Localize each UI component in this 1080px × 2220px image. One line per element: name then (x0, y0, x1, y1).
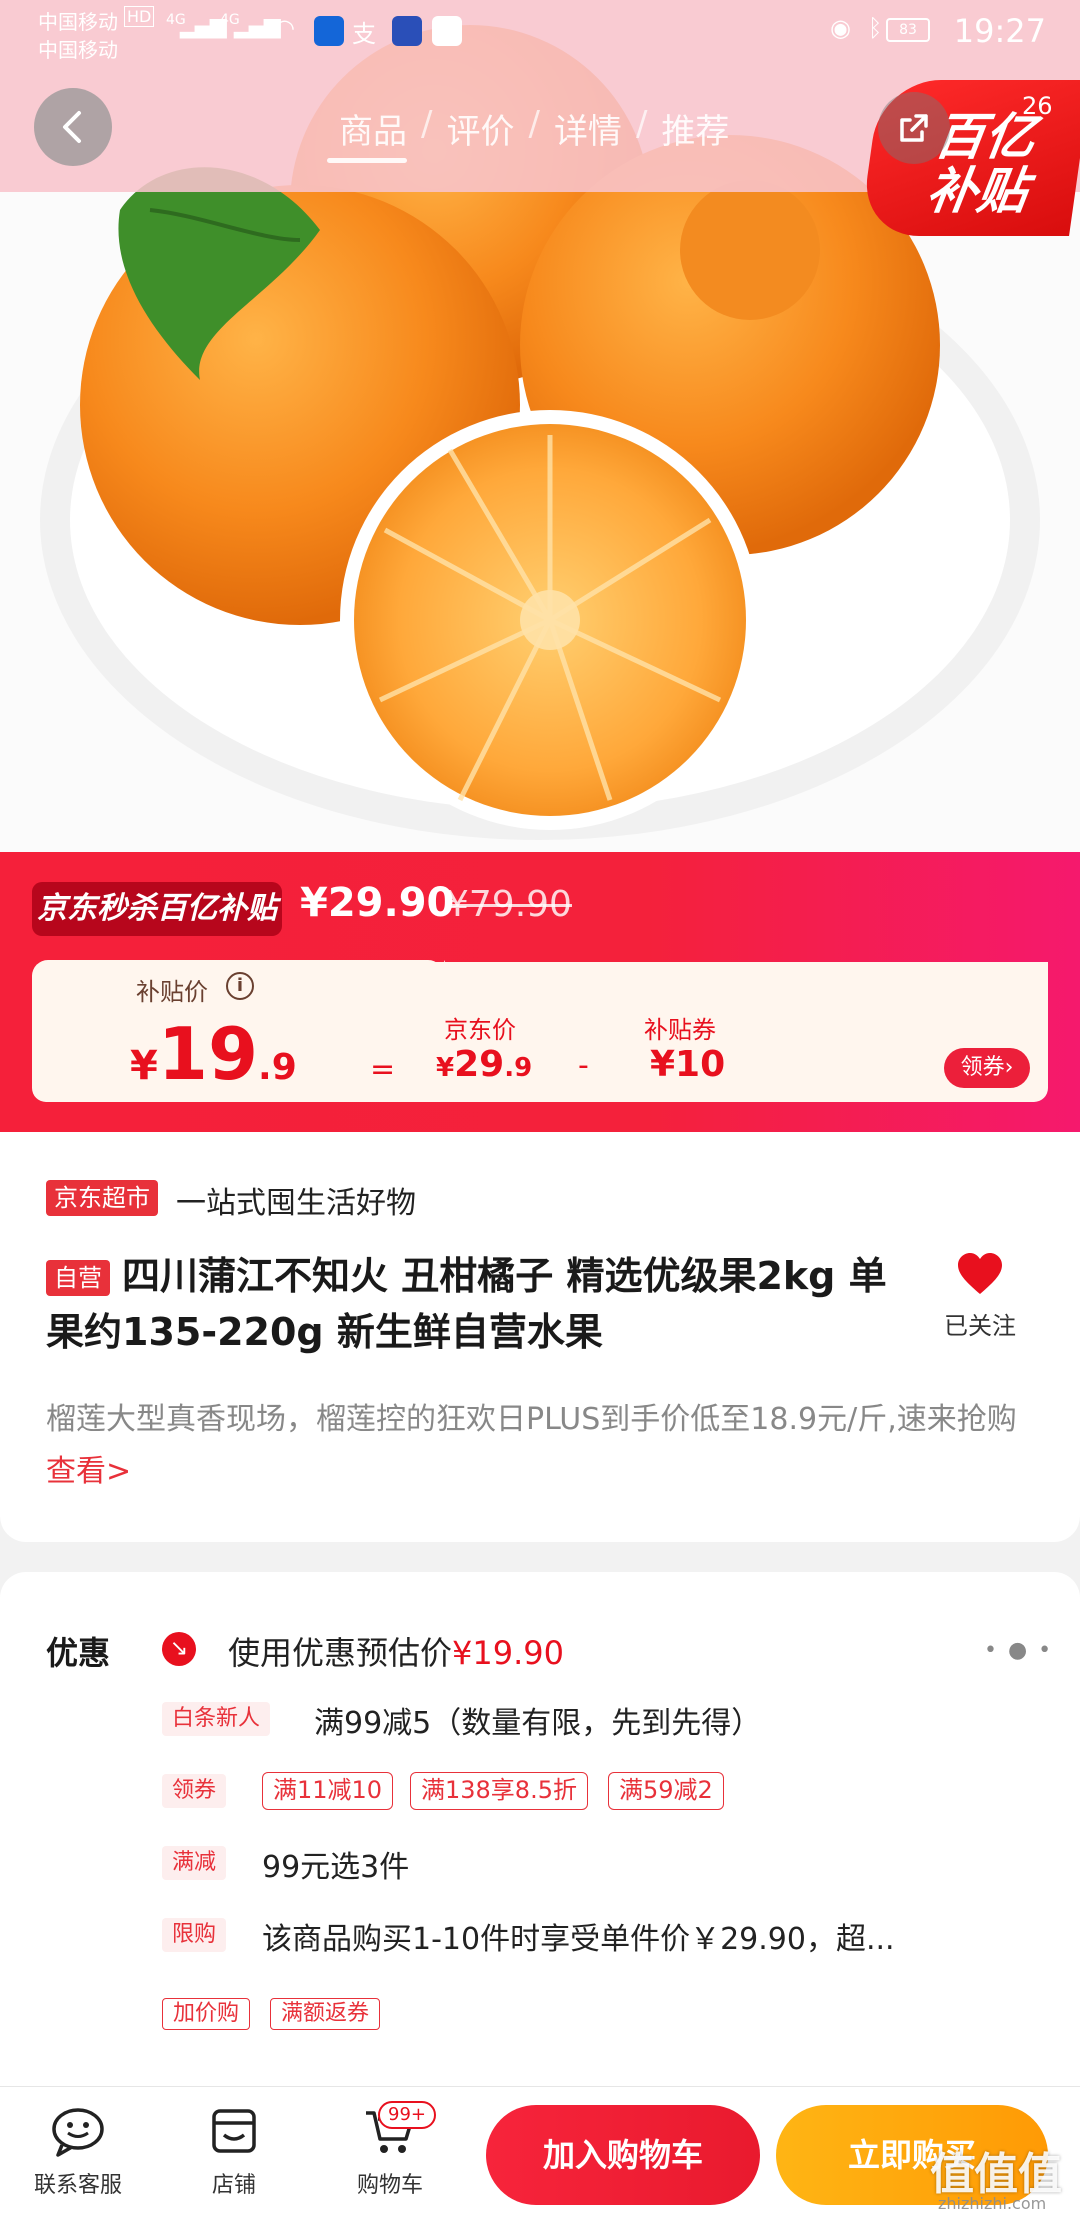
share-button[interactable] (878, 92, 950, 164)
cart-label: 购物车 (356, 2173, 423, 2198)
claim-coupon-button[interactable]: 领券› (944, 1048, 1030, 1088)
store-tag[interactable]: 京东超市 (46, 1180, 158, 1216)
coupon-label: 补贴券 (644, 1016, 716, 1044)
clock: 19:27 (953, 12, 1046, 50)
discount-tag-baitiao: 白条新人 (162, 1702, 271, 1736)
cart-count-badge: 99+ (378, 2101, 436, 2129)
subsidy-price: ¥19.9 (130, 1012, 297, 1096)
more-icon[interactable]: • ● • (984, 1638, 1053, 1663)
store-slogan[interactable]: 一站式囤生活好物 (176, 1178, 416, 1222)
store-button[interactable]: 店铺 (174, 2105, 294, 2199)
promo-text: 榴莲大型真香现场，榴莲控的狂欢日PLUS到手价低至18.9元/斤,速来抢购 查看… (46, 1402, 1017, 1489)
coupon-chip[interactable]: 满11减10 (262, 1772, 394, 1810)
coupon-chip[interactable]: 满59减2 (608, 1772, 724, 1810)
tab-product[interactable]: 商品 (325, 104, 421, 153)
bluetooth-icon: ᛒ (868, 14, 883, 42)
rebate-tag[interactable]: 满额返券 (270, 1998, 381, 2030)
chevron-left-icon (63, 111, 81, 143)
discount-tag-fullreduce: 满减 (162, 1846, 227, 1880)
jd-price-label: 京东价 (444, 1016, 516, 1044)
product-title: 四川蒲江不知火 丑柑橘子 精选优级果2kg 单果约135-220g 新生鲜自营水… (46, 1254, 887, 1354)
minus-sign: - (578, 1048, 589, 1083)
tab-details[interactable]: 详情 (540, 104, 636, 153)
jd-price-value: ¥29.9 (436, 1044, 533, 1085)
arrow-down-icon: ↘ (162, 1632, 196, 1666)
tab-reviews[interactable]: 评价 (432, 104, 528, 153)
battery-icon: 83 (886, 18, 930, 42)
carrier-primary: 中国移动 (38, 10, 118, 34)
wifi-icon: ◠ (274, 14, 295, 42)
discount-title: 优惠 (46, 1634, 111, 1672)
product-info-card: 京东超市 一站式囤生活好物 自营 四川蒲江不知火 丑柑橘子 精选优级果2kg 单… (0, 1132, 1080, 1542)
status-bar: 中国移动 HD 中国移动 4G ▂▄▆ 4G ▂▄▆ ◠ 支 ◉ ᛒ 83 19… (0, 0, 1080, 64)
store-label: 店铺 (211, 2173, 256, 2198)
active-tab-indicator (327, 158, 407, 163)
app-icon-blue (392, 16, 422, 46)
subsidy-price-label: 补贴价 (136, 978, 208, 1006)
app-icon-alipay: 支 (352, 20, 376, 48)
add-to-cart-button[interactable]: 加入购物车 (486, 2105, 760, 2205)
coupon-chip[interactable]: 满138享8.5折 (410, 1772, 588, 1810)
share-icon (900, 114, 928, 142)
follow-button[interactable]: 已关注 (940, 1252, 1020, 1341)
bottom-action-bar: 联系客服 店铺 购物车 99+ 加入购物车 立即购买 (0, 2086, 1080, 2220)
watermark-logo: 值值值 (930, 2149, 1062, 2200)
info-icon[interactable]: i (226, 972, 254, 1000)
store-icon (212, 2109, 256, 2153)
hd-badge: HD (124, 6, 155, 27)
promo-view-link[interactable]: 查看> (46, 1454, 131, 1489)
original-price: ¥79.90 (446, 884, 572, 925)
price-banner: 京东秒杀百亿补贴 ¥29.90 ¥79.90 补贴价 i ¥19.9 = 京东价… (0, 852, 1080, 1132)
signal-icon-2: ▂▄▆ (234, 14, 281, 39)
signal-icon: ▂▄▆ (180, 14, 227, 39)
discount-tag-limit: 限购 (162, 1918, 227, 1952)
addon-tag[interactable]: 加价购 (162, 1998, 251, 2030)
estimated-price: 使用优惠预估价¥19.90 (228, 1634, 564, 1672)
discount-text-baitiao: 满99减5（数量有限，先到先得） (314, 1706, 762, 1741)
heart-icon (958, 1253, 1002, 1294)
customer-service-button[interactable]: 联系客服 (18, 2105, 138, 2199)
coupon-value: ¥10 (650, 1044, 726, 1085)
seckill-subsidy-tag: 京东秒杀百亿补贴 (32, 882, 282, 936)
tab-recommend[interactable]: 推荐 (647, 104, 743, 153)
discount-text-fullreduce: 99元选3件 (262, 1850, 410, 1885)
shield-app-icon (314, 16, 344, 46)
discount-section[interactable]: 优惠 ↘ 使用优惠预估价¥19.90 • ● • 白条新人 满99减5（数量有限… (0, 1572, 1080, 2112)
back-button[interactable] (34, 88, 112, 166)
carrier-secondary: 中国移动 (38, 38, 118, 62)
discount-text-limit: 该商品购买1-10件时享受单件价￥29.90，超... (262, 1922, 895, 1957)
equals-sign: = (370, 1052, 396, 1087)
app-icon-white (432, 16, 462, 46)
sale-price: ¥29.90 (300, 880, 455, 926)
section-tabs: 商品 / 评价 / 详情 / 推荐 (325, 104, 743, 153)
chat-icon (52, 2108, 104, 2157)
customer-service-label: 联系客服 (33, 2173, 122, 2198)
badge-count: 26 (1022, 92, 1053, 120)
follow-label: 已关注 (944, 1312, 1016, 1340)
eye-comfort-icon: ◉ (830, 14, 851, 42)
watermark-site: zhizhizhi.com (938, 2194, 1047, 2213)
discount-tag-coupon: 领券 (162, 1774, 227, 1808)
